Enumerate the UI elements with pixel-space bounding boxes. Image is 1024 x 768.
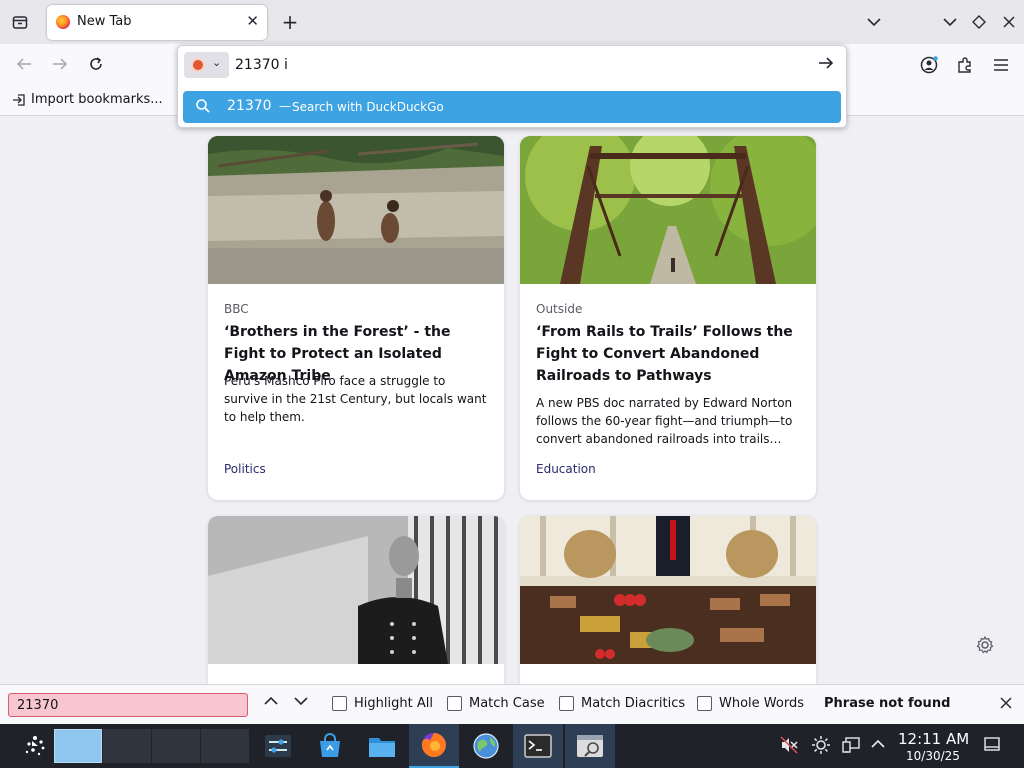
story-category[interactable]: Education: [536, 462, 596, 476]
match-diacritics-checkbox[interactable]: Match Diacritics: [559, 696, 685, 711]
story-excerpt: Peru's Mashco Piro face a struggle to su…: [224, 374, 487, 424]
duckduckgo-icon: [191, 58, 205, 72]
list-all-tabs-icon[interactable]: [864, 12, 884, 32]
clock-time[interactable]: 12:11 AM: [898, 730, 969, 748]
find-next-icon[interactable]: [294, 695, 308, 710]
tab-overview-icon[interactable]: [10, 12, 30, 32]
customize-gear-icon[interactable]: [976, 635, 994, 654]
import-bookmarks-item[interactable]: Import bookmarks...: [12, 92, 163, 107]
app-menu-icon[interactable]: [990, 54, 1012, 76]
firefox-taskbar-icon[interactable]: [409, 724, 459, 768]
file-manager-icon[interactable]: [357, 724, 407, 768]
checkbox-box[interactable]: [332, 696, 347, 711]
story-source: BBC: [224, 302, 249, 316]
story-card[interactable]: [208, 516, 504, 684]
url-input[interactable]: [235, 54, 795, 76]
tab-title: New Tab: [77, 14, 132, 29]
tab-new-tab[interactable]: New Tab ✕: [47, 5, 267, 40]
tab-close-icon[interactable]: ✕: [246, 12, 259, 30]
search-suggestion-row[interactable]: 21370 — Search with DuckDuckGo: [183, 91, 841, 123]
virtual-desktop-3[interactable]: [152, 729, 200, 763]
checkbox-box[interactable]: [697, 696, 712, 711]
virtual-desktop-2[interactable]: [103, 729, 151, 763]
app-launcher-icon[interactable]: [10, 724, 60, 768]
story-headline[interactable]: ‘From Rails to Trails’ Follows the Fight…: [536, 321, 804, 387]
search-engine-selector[interactable]: ⌄: [184, 52, 229, 78]
taskbar: 12:11 AM 10/30/25: [0, 724, 1024, 768]
forward-icon[interactable]: [50, 54, 70, 74]
story-card[interactable]: [520, 516, 816, 684]
suggestion-separator: —: [279, 99, 291, 113]
virtual-desktop-4[interactable]: [201, 729, 249, 763]
suggestion-query: 21370: [227, 98, 272, 114]
show-hidden-tray-icon[interactable]: [870, 736, 886, 756]
highlight-all-label: Highlight All: [354, 696, 433, 711]
window-maximize-icon[interactable]: [969, 12, 989, 32]
story-image: [520, 516, 816, 664]
match-case-label: Match Case: [469, 696, 545, 711]
story-category[interactable]: Politics: [224, 462, 266, 476]
checkbox-box[interactable]: [447, 696, 462, 711]
extensions-icon[interactable]: [954, 54, 976, 76]
match-case-checkbox[interactable]: Match Case: [447, 696, 545, 711]
volume-muted-icon[interactable]: [780, 736, 798, 758]
tab-strip: New Tab ✕ +: [0, 0, 1024, 44]
find-previous-icon[interactable]: [264, 695, 278, 710]
story-image: [208, 516, 504, 664]
network-icon[interactable]: [842, 736, 860, 758]
import-bookmarks-label: Import bookmarks...: [31, 92, 163, 107]
clock-date[interactable]: 10/30/25: [906, 749, 960, 763]
browser-globe-icon[interactable]: [461, 724, 511, 768]
urlbar-panel: ⌄ 21370 — Search with DuckDuckGo: [177, 45, 847, 128]
import-icon: [13, 93, 25, 106]
find-close-icon[interactable]: [1000, 694, 1012, 713]
window-close-icon[interactable]: [999, 12, 1019, 32]
story-card[interactable]: BBC ‘Brothers in the Forest’ - the Fight…: [208, 136, 504, 500]
account-icon[interactable]: [918, 54, 940, 76]
story-card[interactable]: Outside ‘From Rails to Trails’ Follows t…: [520, 136, 816, 500]
search-icon: [196, 99, 210, 113]
whole-words-checkbox[interactable]: Whole Words: [697, 696, 804, 711]
screenshot-tool-icon[interactable]: [565, 724, 615, 768]
go-arrow-icon[interactable]: [818, 54, 834, 75]
virtual-desktop-1[interactable]: [54, 729, 102, 763]
find-status-text: Phrase not found: [824, 696, 951, 711]
story-excerpt: A new PBS doc narrated by Edward Norton …: [536, 396, 793, 446]
window-minimize-icon[interactable]: [940, 12, 960, 32]
story-image: [520, 136, 816, 284]
whole-words-label: Whole Words: [719, 696, 804, 711]
find-bar: Highlight All Match Case Match Diacritic…: [0, 684, 1024, 724]
software-store-icon[interactable]: [305, 724, 355, 768]
find-input[interactable]: [8, 693, 248, 717]
story-image: [208, 136, 504, 284]
story-source: Outside: [536, 302, 583, 316]
match-diacritics-label: Match Diacritics: [581, 696, 686, 711]
system-settings-icon[interactable]: [253, 724, 303, 768]
suggestion-hint: Search with DuckDuckGo: [292, 100, 444, 114]
firefox-favicon-icon: [56, 15, 70, 29]
show-desktop-icon[interactable]: [984, 736, 1000, 756]
highlight-all-checkbox[interactable]: Highlight All: [332, 696, 433, 711]
new-tab-button[interactable]: +: [279, 10, 301, 34]
terminal-icon[interactable]: [513, 724, 563, 768]
back-icon[interactable]: [14, 54, 34, 74]
chevron-down-icon: ⌄: [212, 56, 222, 69]
brightness-icon[interactable]: [812, 736, 830, 758]
reload-icon[interactable]: [86, 54, 106, 74]
checkbox-box[interactable]: [559, 696, 574, 711]
